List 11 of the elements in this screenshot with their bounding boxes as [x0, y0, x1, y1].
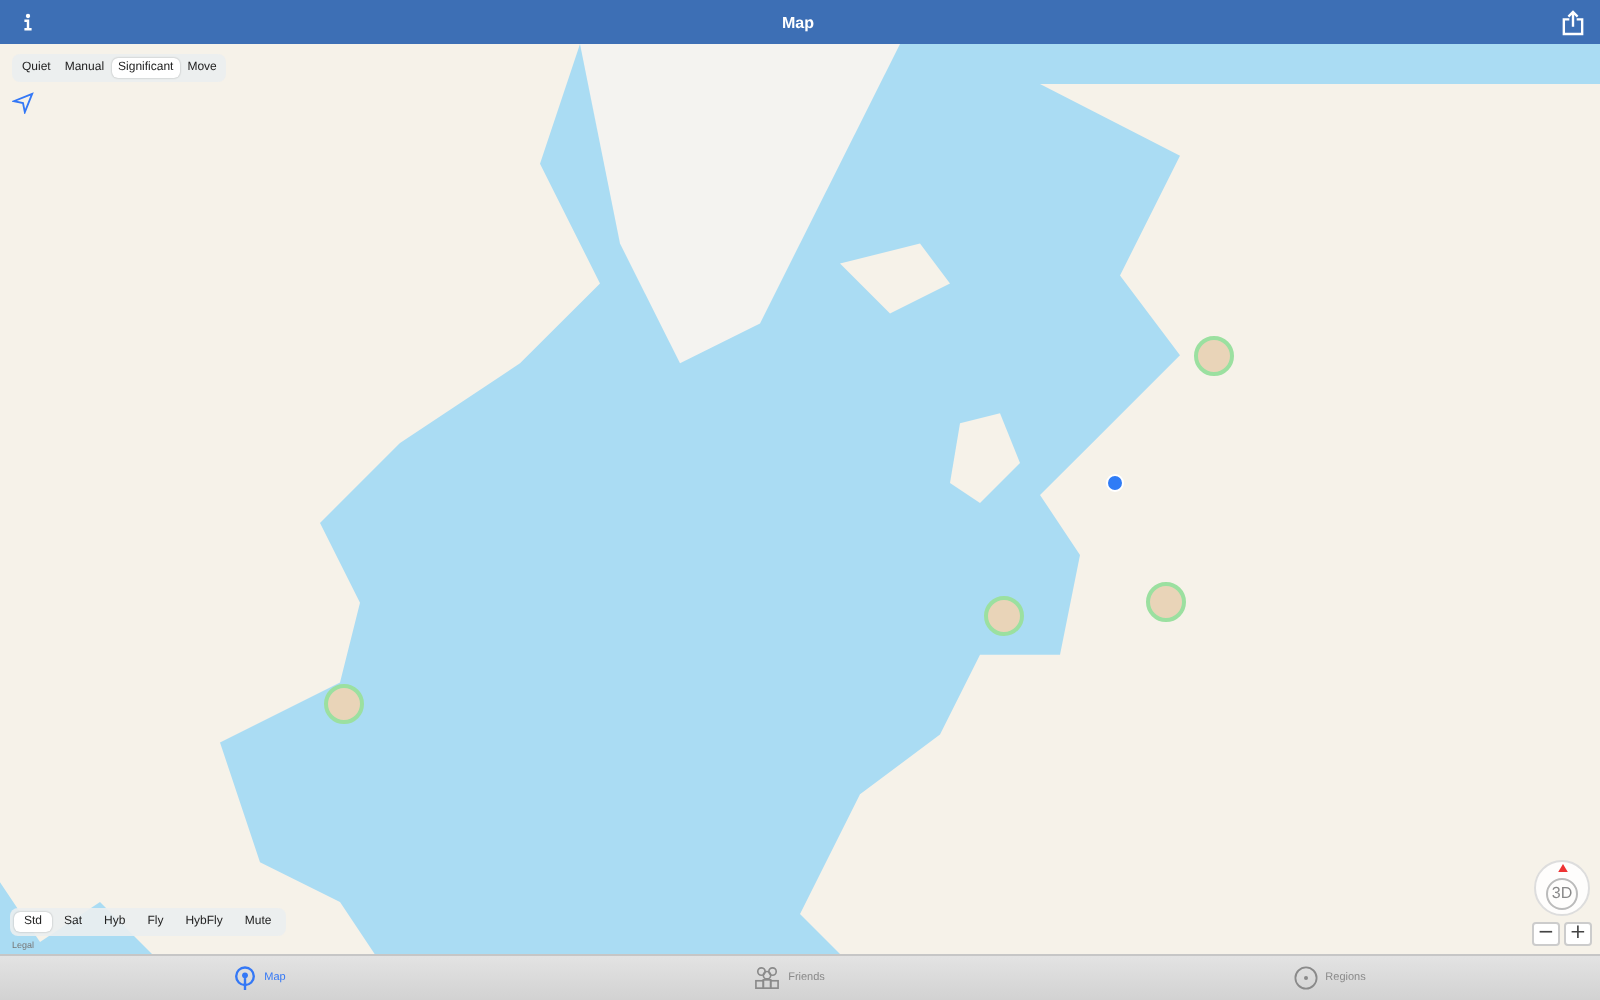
circle-dot-icon [1293, 966, 1318, 990]
map-pin-icon [234, 965, 257, 991]
location-arrow-icon[interactable] [12, 92, 34, 114]
north-marker-icon [1557, 864, 1567, 872]
zoom-in-button[interactable]: + [1564, 922, 1592, 946]
zoom-out-button[interactable]: − [1532, 922, 1560, 946]
compass-label: 3D [1546, 878, 1578, 910]
people-icon [754, 966, 781, 990]
info-icon[interactable] [22, 12, 34, 32]
share-icon[interactable] [1562, 9, 1584, 35]
window-title: Map [782, 13, 814, 31]
